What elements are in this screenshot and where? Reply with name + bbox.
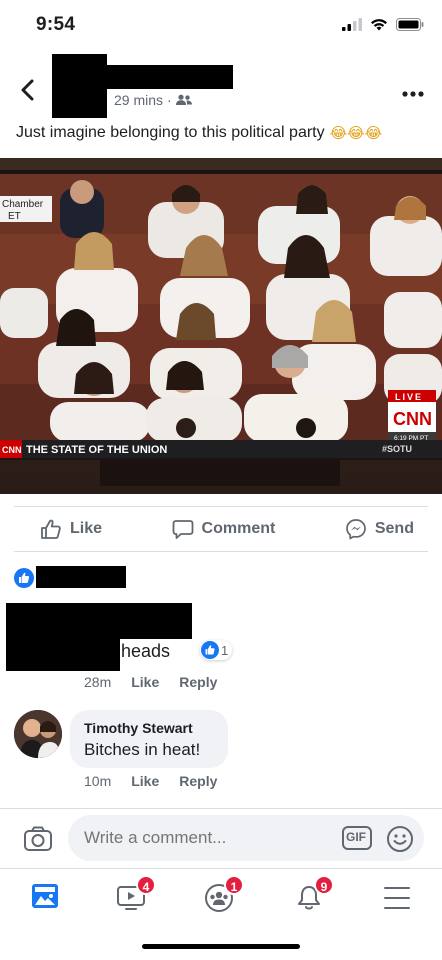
cellular-signal-icon [342, 18, 362, 31]
send-label: Send [374, 520, 414, 537]
status-time: 9:54 [36, 14, 76, 35]
comment-2-reply-link[interactable]: Reply [179, 773, 217, 789]
nav-groups[interactable]: 1 [202, 875, 244, 915]
comment-1-reaction[interactable]: 1 [200, 640, 233, 660]
comment-2-bubble: Timothy Stewart Bitches in heat! [70, 710, 228, 768]
post-meta: 29 mins · [114, 92, 192, 108]
hamburger-menu-icon [384, 887, 410, 909]
more-dots-icon [402, 91, 424, 97]
more-options-button[interactable] [402, 80, 424, 103]
comment-1-text: heads [121, 641, 170, 662]
tv-screen-photo: Chamber ET LIVE CNN 6:19 PM PT CNN THE S… [0, 158, 442, 494]
status-bar: 9:54 [0, 0, 442, 50]
chevron-left-icon[interactable] [14, 76, 42, 104]
comment-1-meta: 28m Like Reply [84, 674, 217, 690]
post-timestamp[interactable]: 29 mins [114, 92, 163, 108]
camera-icon[interactable] [22, 823, 54, 855]
wifi-icon [371, 19, 387, 31]
cnn-logo: CNN [393, 409, 432, 429]
post-action-bar: Like Comment Send [14, 506, 428, 552]
friends-icon [175, 94, 192, 105]
groups-badge: 1 [224, 875, 244, 895]
ticker-network: CNN [2, 445, 22, 455]
news-feed-icon [32, 884, 58, 908]
comment-2-meta: 10m Like Reply [84, 773, 217, 789]
et-label: ET [8, 211, 21, 222]
gif-button[interactable]: GIF [342, 826, 372, 850]
nav-news-feed[interactable] [28, 879, 68, 915]
redacted-comment-text [6, 603, 120, 671]
nav-menu[interactable] [380, 879, 420, 915]
chamber-label: Chamber [2, 199, 44, 210]
like-reaction-icon [14, 568, 34, 588]
comment-2-author[interactable]: Timothy Stewart [84, 720, 214, 736]
comment-1-like-link[interactable]: Like [131, 674, 159, 690]
redacted-author-name [107, 65, 233, 89]
comment-composer: GIF [0, 808, 442, 868]
post-text-body: Just imagine belonging to this political… [16, 124, 325, 141]
home-indicator[interactable] [142, 944, 300, 949]
meta-separator: · [167, 92, 172, 108]
speech-bubble-icon [172, 520, 193, 539]
comment-button[interactable]: Comment [172, 518, 276, 540]
battery-icon [396, 18, 424, 31]
nav-watch[interactable]: 4 [114, 875, 156, 915]
status-icons [342, 18, 424, 31]
gif-label: GIF [346, 830, 366, 844]
post-text: Just imagine belonging to this political… [16, 124, 382, 142]
bottom-navigation: 4 1 9 [0, 868, 442, 924]
like-button[interactable]: Like [40, 518, 102, 540]
like-reaction-icon [201, 641, 219, 659]
comment-label: Comment [201, 520, 276, 537]
comment-1-reply-link[interactable]: Reply [179, 674, 217, 690]
thumbs-up-icon [41, 519, 61, 539]
comment-2-text: Bitches in heat! [84, 740, 201, 759]
comment-1-partial-text: heads [121, 641, 171, 661]
comment-1-reaction-count: 1 [221, 642, 229, 658]
redacted-reactor-names [36, 566, 126, 588]
avatar-photo [14, 710, 62, 758]
redacted-avatar [52, 54, 107, 118]
commenter-avatar[interactable] [14, 710, 62, 758]
ticker-hashtag: #SOTU [382, 444, 412, 454]
comment-2-like-link[interactable]: Like [131, 773, 159, 789]
watch-badge: 4 [136, 875, 156, 895]
post-header: 29 mins · [0, 50, 442, 124]
messenger-icon [346, 519, 366, 540]
post-photo[interactable]: Chamber ET LIVE CNN 6:19 PM PT CNN THE S… [0, 158, 442, 494]
nav-notifications[interactable]: 9 [292, 875, 334, 915]
comment-2-time: 10m [84, 773, 112, 789]
notifications-badge: 9 [314, 875, 334, 895]
send-button[interactable]: Send [345, 518, 414, 540]
comment-1-time: 28m [84, 674, 112, 690]
cnn-live-label: LIVE [395, 392, 423, 402]
post-emoji: 😂😂😂 [329, 124, 383, 142]
ticker-text: THE STATE OF THE UNION [26, 444, 167, 456]
like-label: Like [70, 520, 103, 537]
smiley-icon[interactable] [386, 825, 414, 853]
